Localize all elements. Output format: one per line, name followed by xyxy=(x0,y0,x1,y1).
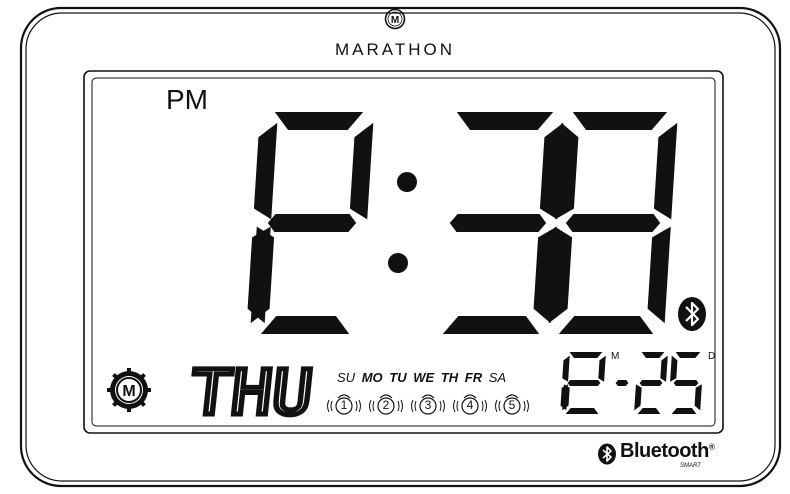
day-ones-segment-g xyxy=(673,380,699,386)
month-ones-segment-g xyxy=(567,380,601,386)
trademark-mark: ® xyxy=(708,442,715,452)
marathon-gear-logo-icon: M xyxy=(107,368,151,412)
month-marker: M xyxy=(611,351,620,362)
month-ones-segment-d xyxy=(565,408,599,414)
day-label-th: TH xyxy=(440,370,459,385)
alarm-number: 5 xyxy=(508,398,516,412)
minute-tens-segment-d xyxy=(442,316,540,334)
alarm-number: 2 xyxy=(382,398,390,412)
minute-ones-digit xyxy=(548,112,678,334)
minute-tens-digit xyxy=(442,112,564,334)
day-marker: D xyxy=(708,351,716,362)
alarm-5-indicator: 5 xyxy=(494,392,530,418)
hour-ones-segment-d xyxy=(260,316,350,334)
alarm-1-indicator: 1 xyxy=(326,392,362,418)
alarm-number: 4 xyxy=(466,398,474,412)
day-label-tu: TU xyxy=(389,370,407,385)
day-label-sa: SA xyxy=(488,370,507,385)
day-ones-segment-c xyxy=(694,384,702,411)
bluetooth-smart-label: SMART xyxy=(680,463,701,469)
colon-separator xyxy=(388,172,417,273)
day-tens-segment-g xyxy=(639,380,663,386)
month-ones-segment-a xyxy=(569,352,603,358)
day-tens-segment-e xyxy=(634,384,642,411)
bluetooth-word: Bluetooth xyxy=(620,440,709,462)
minute-ones-segment-a xyxy=(572,112,668,130)
day-ones-segment-d xyxy=(671,408,697,414)
hour-ones-segment-g xyxy=(267,214,357,232)
day-label-su: SU xyxy=(337,370,356,385)
day-label-mo: MO xyxy=(361,370,383,385)
hour-ones-segment-a xyxy=(274,112,364,130)
time-display: THU xyxy=(184,112,702,432)
month-ones-segment-b xyxy=(598,355,606,382)
minute-ones-segment-d xyxy=(558,316,654,334)
day-ones-segment-f xyxy=(670,355,678,382)
minute-tens-segment-a xyxy=(456,112,554,130)
date-display xyxy=(560,352,702,414)
hour-ones-segment-b xyxy=(349,122,374,220)
bluetooth-label: Bluetooth® xyxy=(620,440,715,463)
day-label-fr: FR xyxy=(464,370,483,385)
day-tens-segment-b xyxy=(660,355,668,382)
minute-tens-segment-g xyxy=(449,214,547,232)
day-label-we: WE xyxy=(413,370,435,385)
weekday-display: THU xyxy=(184,354,319,432)
alarm-4-indicator: 4 xyxy=(452,392,488,418)
alarm-number: 3 xyxy=(424,398,432,412)
month-tens-segment-b xyxy=(562,355,570,382)
weekday-text: THU xyxy=(187,356,317,429)
bluetooth-status-icon xyxy=(678,297,706,331)
day-of-week-labels: SU MO TU WE TH FR SA xyxy=(337,370,509,385)
day-tens-segment-d xyxy=(637,408,661,414)
minute-ones-segment-c xyxy=(647,226,671,324)
alarm-3-indicator: 3 xyxy=(410,392,446,418)
hour-tens-segment-b xyxy=(253,122,278,220)
date-dash-segment-g xyxy=(615,380,629,386)
alarm-number: 1 xyxy=(340,398,348,412)
alarm-2-indicator: 2 xyxy=(368,392,404,418)
day-ones-segment-a xyxy=(675,352,701,358)
day-tens-segment-a xyxy=(641,352,665,358)
minute-ones-segment-b xyxy=(653,122,678,220)
minute-ones-segment-g xyxy=(565,214,661,232)
bluetooth-icon xyxy=(598,443,616,465)
svg-text:M: M xyxy=(122,383,135,400)
